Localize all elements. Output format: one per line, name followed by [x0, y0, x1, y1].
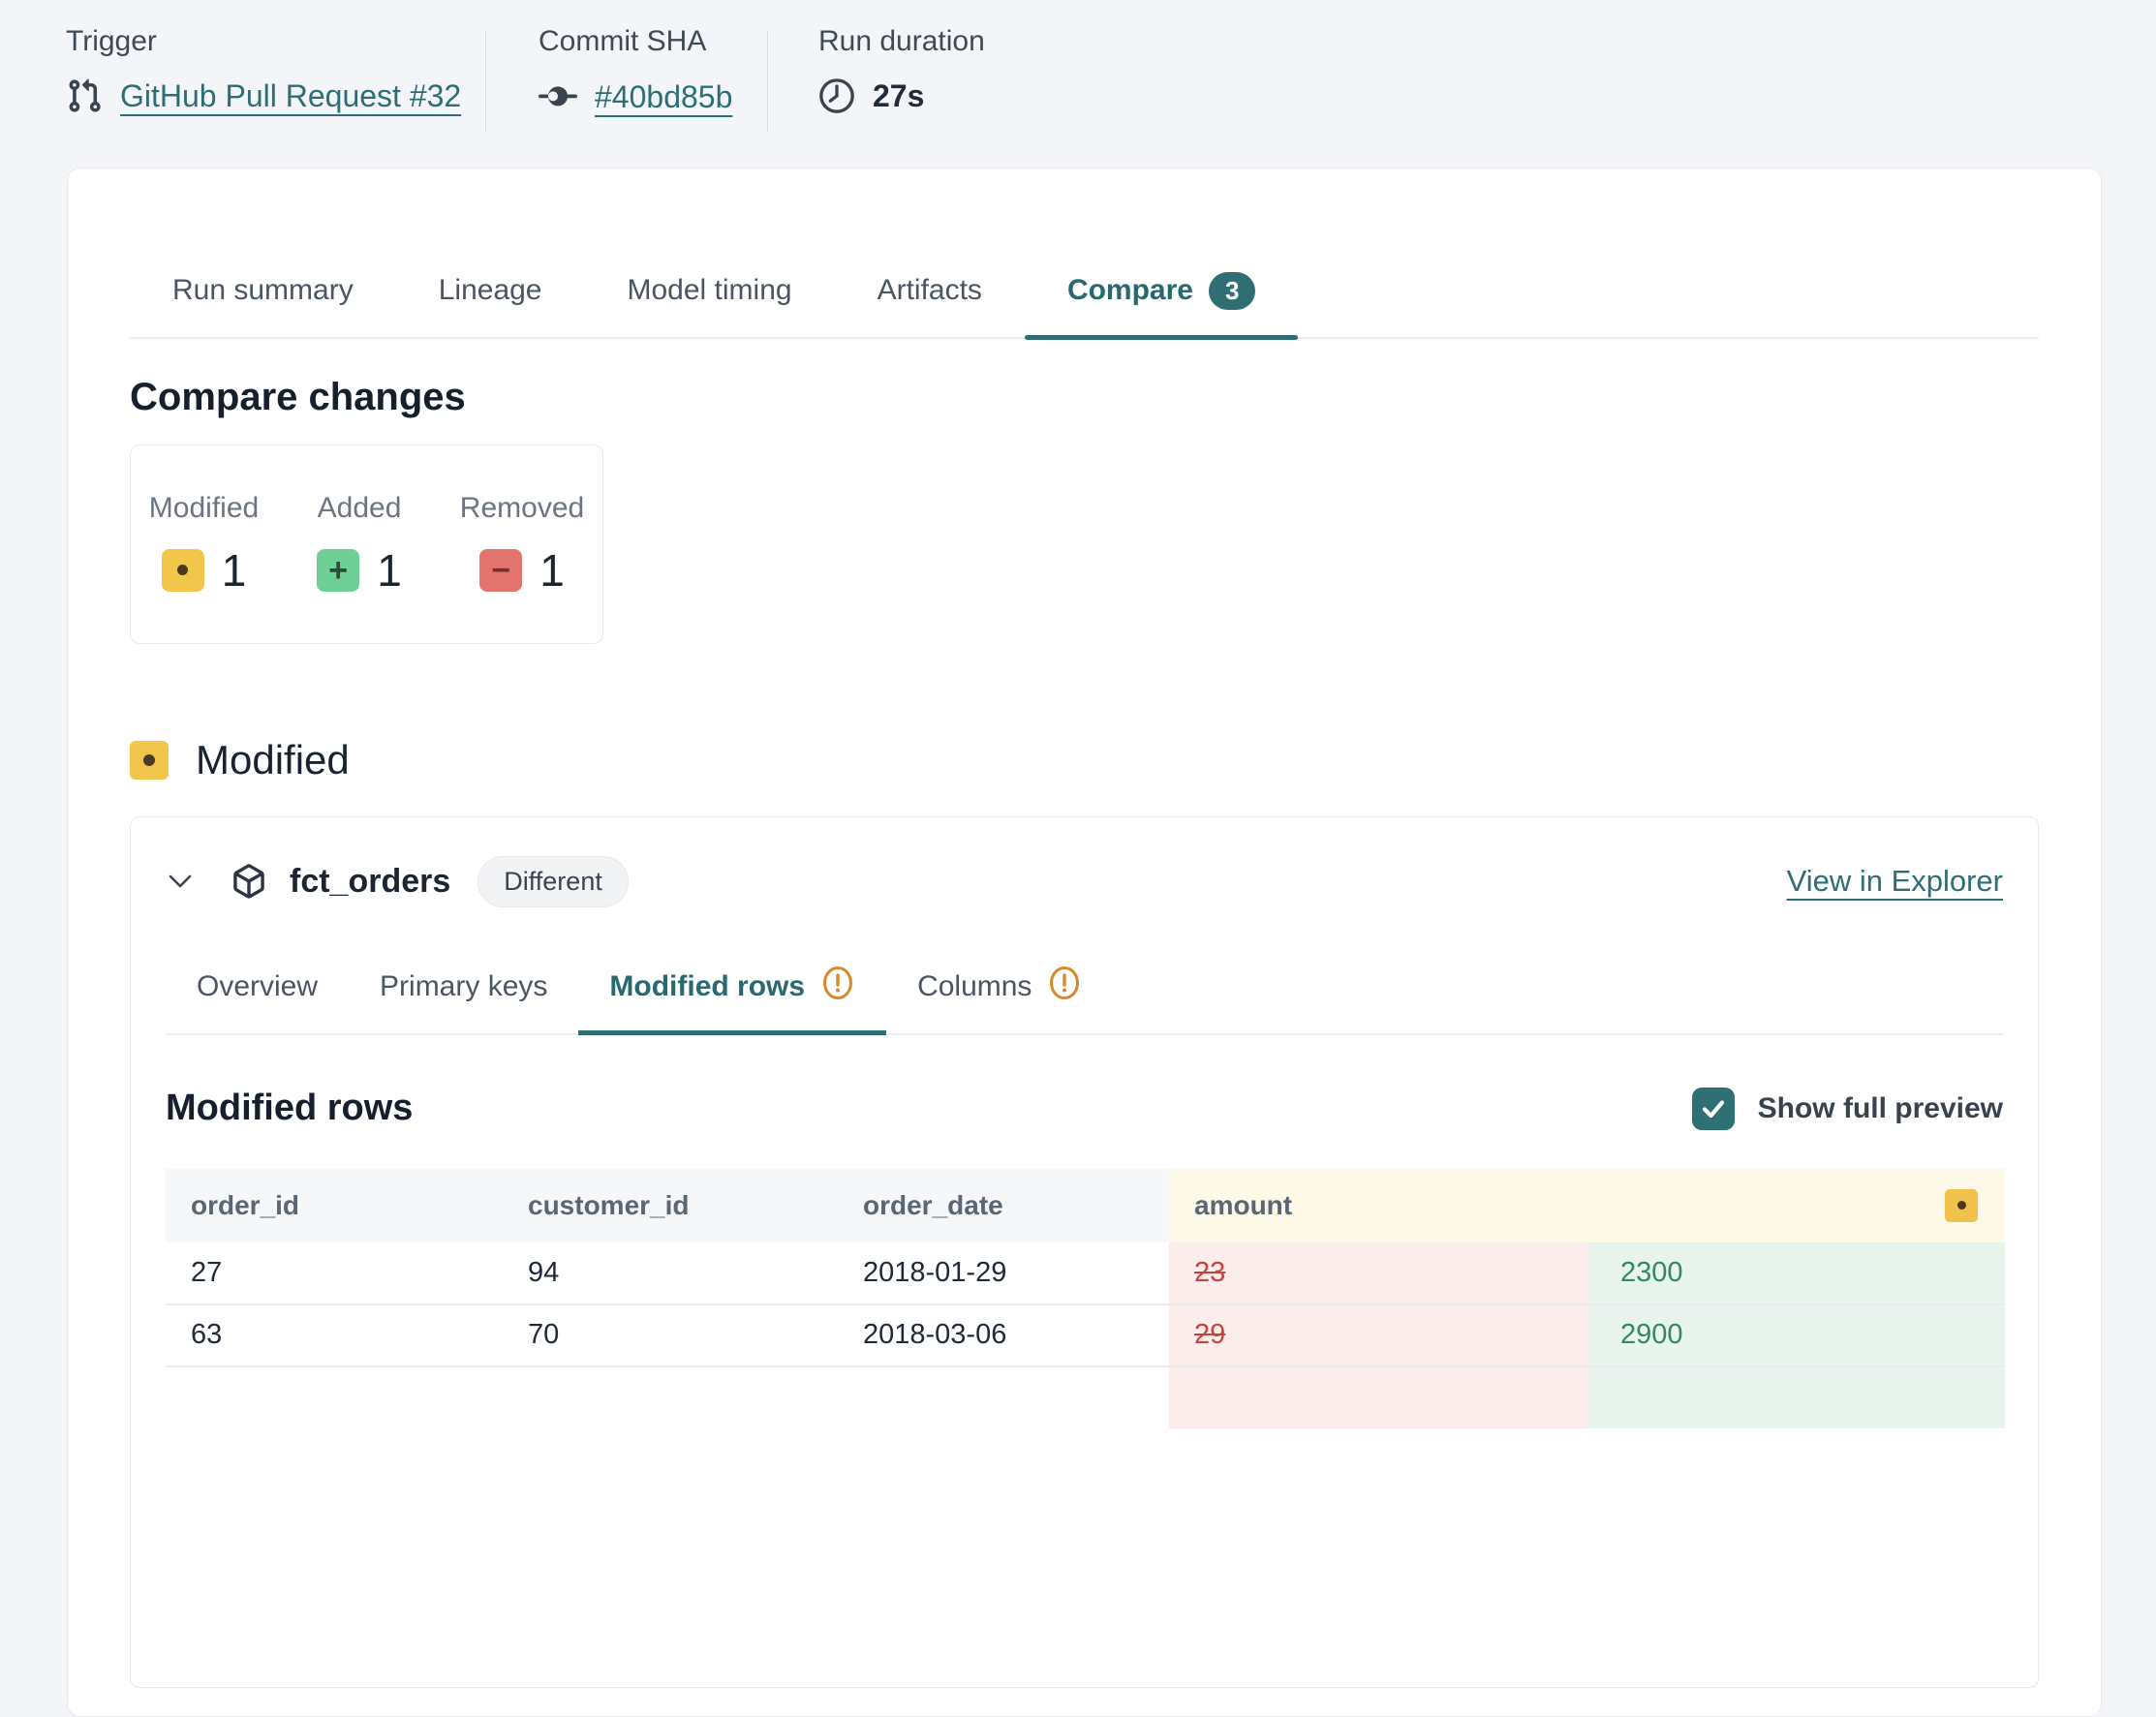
stat-modified: Modified 1: [149, 492, 259, 597]
duration-value: 27s: [873, 78, 924, 114]
cell: [503, 1366, 838, 1428]
duration-block: Run duration 27s: [768, 25, 985, 147]
table-row: 27942018-01-29232300: [166, 1242, 2005, 1304]
tab-compare[interactable]: Compare 3: [1025, 272, 1299, 337]
stat-added-label: Added: [318, 492, 402, 525]
cell: [838, 1366, 1169, 1428]
modified-rows-header: Modified rows Show full preview: [166, 1088, 2003, 1130]
modified-icon: [162, 549, 204, 592]
commit-label: Commit SHA: [539, 25, 767, 58]
duration-label: Run duration: [818, 25, 985, 58]
column-header-amount: amount: [1169, 1169, 2005, 1242]
table-row: [166, 1366, 2005, 1428]
run-tabs: Run summary Lineage Model timing Artifac…: [130, 262, 2039, 339]
modified-group-header: Modified: [130, 737, 2039, 783]
pull-request-icon: [66, 77, 103, 114]
tab-lineage[interactable]: Lineage: [396, 272, 585, 337]
modified-rows-table: order_id customer_id order_date amount 2…: [166, 1169, 2005, 1428]
run-detail-card: Run summary Lineage Model timing Artifac…: [67, 168, 2102, 1717]
cell: 2018-01-29: [838, 1242, 1169, 1304]
checkbox-checked[interactable]: [1692, 1088, 1735, 1130]
trigger-block: Trigger GitHub Pull Request #32: [66, 25, 485, 147]
stat-added-value: 1: [377, 544, 402, 597]
show-full-preview-toggle[interactable]: Show full preview: [1692, 1088, 2003, 1130]
package-icon: [231, 864, 266, 899]
compare-count-badge: 3: [1209, 272, 1255, 310]
commit-link[interactable]: #40bd85b: [595, 79, 732, 115]
tab-primary-keys[interactable]: Primary keys: [349, 966, 578, 1033]
warning-icon: [820, 966, 855, 1008]
table-row: 63702018-03-06292900: [166, 1304, 2005, 1366]
model-name: fct_orders: [290, 863, 450, 901]
stat-removed-value: 1: [539, 544, 565, 597]
cell: 2018-03-06: [838, 1304, 1169, 1366]
cell: 63: [166, 1304, 503, 1366]
removed-icon: −: [479, 549, 522, 592]
cell-amount-new: [1587, 1366, 2005, 1428]
page-title: Compare changes: [130, 376, 2039, 419]
stat-modified-label: Modified: [149, 492, 259, 525]
compare-summary-box: Modified 1 Added + 1 Removed − 1: [130, 445, 603, 644]
trigger-link[interactable]: GitHub Pull Request #32: [120, 78, 461, 114]
column-header-order-date: order_date: [838, 1169, 1169, 1242]
tab-artifacts[interactable]: Artifacts: [835, 272, 1025, 337]
cell: 70: [503, 1304, 838, 1366]
status-badge: Different: [477, 856, 629, 907]
table-body: 27942018-01-2923230063702018-03-06292900: [166, 1242, 2005, 1428]
column-header-customer-id: customer_id: [503, 1169, 838, 1242]
modified-group-title: Modified: [196, 737, 350, 783]
tab-model-timing[interactable]: Model timing: [585, 272, 835, 337]
page: { "header": { "trigger": { "label": "Tri…: [0, 0, 2156, 1385]
model-card-header: fct_orders Different View in Explorer: [166, 856, 2003, 907]
cell-amount-old: 29: [1169, 1304, 1587, 1366]
stat-modified-value: 1: [222, 544, 247, 597]
column-header-order-id: order_id: [166, 1169, 503, 1242]
tab-run-summary[interactable]: Run summary: [130, 272, 396, 337]
model-card-fct-orders: fct_orders Different View in Explorer Ov…: [130, 816, 2039, 1688]
trigger-label: Trigger: [66, 25, 485, 58]
added-icon: +: [317, 549, 359, 592]
cell: 94: [503, 1242, 838, 1304]
cell: 27: [166, 1242, 503, 1304]
view-in-explorer-link[interactable]: View in Explorer: [1787, 864, 2003, 899]
modified-column-marker-icon: [1945, 1189, 1978, 1222]
table-header-row: order_id customer_id order_date amount: [166, 1169, 2005, 1242]
commit-icon: [539, 77, 577, 116]
run-meta-header: Trigger GitHub Pull Request #32 Commit S…: [0, 0, 2156, 147]
stat-added: Added + 1: [317, 492, 402, 597]
cell-amount-old: 23: [1169, 1242, 1587, 1304]
tab-modified-rows[interactable]: Modified rows: [578, 966, 886, 1033]
commit-block: Commit SHA #40bd85b: [486, 25, 767, 147]
model-sub-tabs: Overview Primary keys Modified rows Colu…: [166, 948, 2003, 1035]
cell-amount-new: 2300: [1587, 1242, 2005, 1304]
modified-rows-title: Modified rows: [166, 1088, 413, 1129]
clock-icon: [818, 77, 855, 114]
cell: [166, 1366, 503, 1428]
stat-removed-label: Removed: [460, 492, 584, 525]
tab-columns[interactable]: Columns: [886, 966, 1113, 1033]
modified-icon: [130, 741, 169, 780]
cell-amount-new: 2900: [1587, 1304, 2005, 1366]
show-full-preview-label: Show full preview: [1758, 1092, 2003, 1125]
warning-icon: [1047, 966, 1082, 1008]
tab-overview[interactable]: Overview: [166, 966, 349, 1033]
cell-amount-old: [1169, 1366, 1587, 1428]
chevron-down-icon[interactable]: [168, 874, 193, 889]
stat-removed: Removed − 1: [460, 492, 584, 597]
